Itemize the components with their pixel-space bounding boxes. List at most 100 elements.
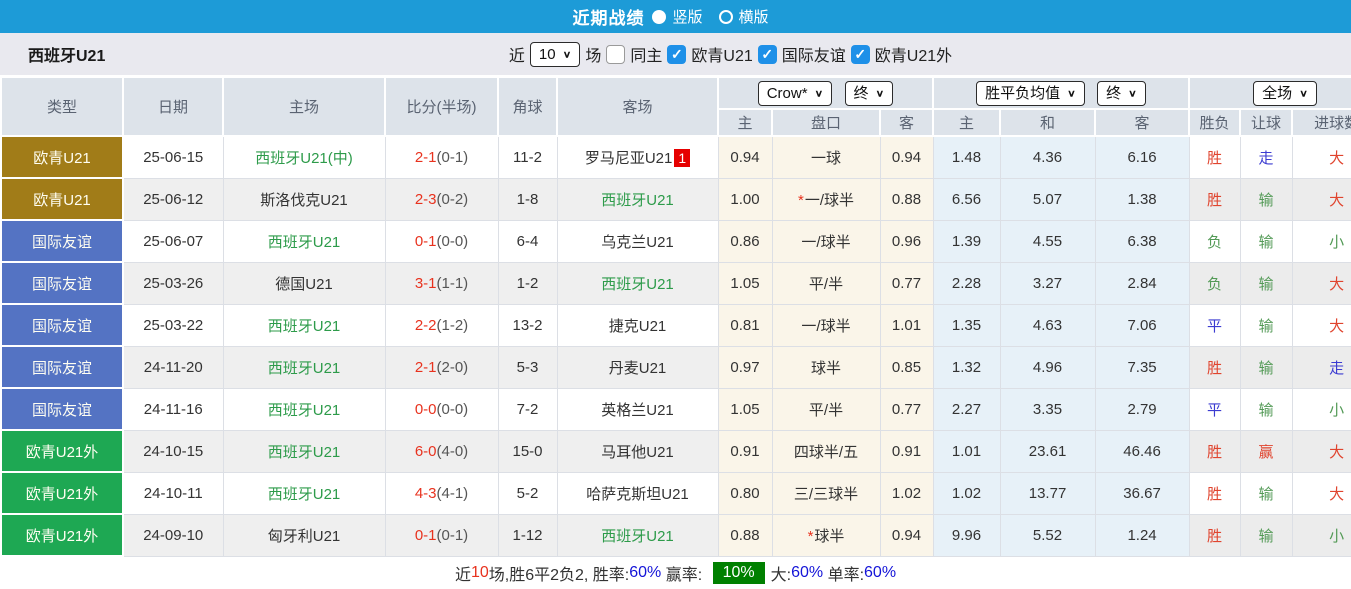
filter-euro-u21-qual-label[interactable]: 欧青U21外 bbox=[875, 42, 952, 66]
same-home-checkbox[interactable] bbox=[606, 44, 626, 64]
away-team[interactable]: 哈萨克斯坦U21 bbox=[556, 471, 719, 515]
full-time-score: 2-1 bbox=[414, 358, 437, 376]
home-team[interactable]: 西班牙U21 bbox=[222, 471, 386, 515]
away-team[interactable]: 捷克U21 bbox=[556, 303, 719, 347]
summary-footer: 近 10 场,胜6平2负2, 胜率: 60% 赢率: 10% 大: 60% 单率… bbox=[0, 557, 1351, 589]
avg-draw-odds: 4.63 bbox=[999, 303, 1096, 347]
filter-euro-u21-checkbox[interactable]: ✓ bbox=[667, 44, 687, 64]
home-team[interactable]: 斯洛伐克U21 bbox=[222, 177, 386, 221]
home-team[interactable]: 西班牙U21(中) bbox=[222, 135, 386, 179]
away-team-name[interactable]: 西班牙U21 bbox=[601, 528, 674, 545]
away-team-name[interactable]: 捷克U21 bbox=[609, 318, 667, 335]
sub-header-away-odds: 客 bbox=[878, 108, 935, 137]
results-table-wrap: 类型 日期 主场 比分(半场) 角球 客场 Crow* ∨ 终 ∨ 胜平负均值 … bbox=[0, 76, 1351, 557]
away-team[interactable]: 西班牙U21 bbox=[556, 177, 719, 221]
match-date: 24-11-20 bbox=[122, 345, 224, 389]
away-team[interactable]: 马耳他U21 bbox=[556, 429, 719, 473]
away-team-name[interactable]: 哈萨克斯坦U21 bbox=[586, 486, 689, 503]
half-time-score: (1-1) bbox=[436, 274, 469, 292]
filter-friendly-label[interactable]: 国际友谊 bbox=[782, 42, 846, 66]
away-team[interactable]: 丹麦U21 bbox=[556, 345, 719, 389]
avg-lose-odds: 6.16 bbox=[1094, 135, 1190, 179]
home-team-name[interactable]: 西班牙U21 bbox=[268, 360, 341, 377]
odds-company-select[interactable]: Crow* ∨ bbox=[757, 80, 833, 106]
scope-header: 全场 ∨ bbox=[1188, 76, 1351, 110]
avg-draw-odds: 4.55 bbox=[999, 219, 1096, 263]
home-team[interactable]: 德国U21 bbox=[222, 261, 386, 305]
away-team[interactable]: 罗马尼亚U21 1 bbox=[556, 135, 719, 179]
match-date: 24-10-15 bbox=[122, 429, 224, 473]
home-team[interactable]: 匈牙利U21 bbox=[222, 513, 386, 557]
filter-euro-u21-qual-checkbox[interactable]: ✓ bbox=[850, 44, 870, 64]
home-team-name[interactable]: 西班牙U21 bbox=[268, 402, 341, 419]
wdl-result: 胜 bbox=[1188, 345, 1241, 389]
away-odds: 0.77 bbox=[879, 387, 934, 431]
away-team-name[interactable]: 罗马尼亚U21 bbox=[585, 150, 673, 167]
away-odds: 0.94 bbox=[879, 135, 934, 179]
vertical-layout-label[interactable]: 竖版 bbox=[672, 6, 702, 27]
handicap-line: 平/半 bbox=[808, 401, 844, 419]
sub-header-avg-lose: 客 bbox=[1094, 108, 1191, 137]
score-cell: 6-0(4-0) bbox=[384, 429, 499, 473]
horizontal-layout-radio[interactable] bbox=[718, 9, 733, 24]
home-team-name[interactable]: 斯洛伐克U21 bbox=[260, 192, 348, 209]
handicap-result: 输 bbox=[1239, 387, 1293, 431]
away-team[interactable]: 西班牙U21 bbox=[556, 261, 719, 305]
summary-big-label: 大: bbox=[770, 567, 792, 584]
home-team[interactable]: 西班牙U21 bbox=[222, 345, 386, 389]
match-type-badge: 欧青U21外 bbox=[0, 471, 124, 515]
summary-single-label: 单率: bbox=[823, 567, 865, 584]
away-team-name[interactable]: 马耳他U21 bbox=[601, 444, 674, 461]
away-team-name[interactable]: 西班牙U21 bbox=[601, 276, 674, 293]
match-date: 25-03-26 bbox=[122, 261, 224, 305]
away-team-name[interactable]: 英格兰U21 bbox=[601, 402, 674, 419]
home-team-name[interactable]: 匈牙利U21 bbox=[268, 528, 341, 545]
home-team[interactable]: 西班牙U21 bbox=[222, 303, 386, 347]
home-team[interactable]: 西班牙U21 bbox=[222, 387, 386, 431]
home-team-name[interactable]: 西班牙U21 bbox=[268, 234, 341, 251]
home-team-name[interactable]: 西班牙U21 bbox=[268, 318, 341, 335]
handicap-result: 输 bbox=[1239, 219, 1293, 263]
avg-lose-odds: 7.35 bbox=[1094, 345, 1190, 389]
away-team[interactable]: 西班牙U21 bbox=[556, 513, 719, 557]
away-team[interactable]: 英格兰U21 bbox=[556, 387, 719, 431]
away-team-name[interactable]: 西班牙U21 bbox=[601, 192, 674, 209]
avg-draw-odds: 13.77 bbox=[999, 471, 1096, 515]
filter-friendly-checkbox[interactable]: ✓ bbox=[757, 44, 777, 64]
horizontal-layout-label[interactable]: 横版 bbox=[739, 6, 769, 27]
odds-company-header: Crow* ∨ 终 ∨ bbox=[716, 76, 935, 110]
score-cell: 3-1(1-1) bbox=[384, 261, 499, 305]
match-type-badge: 国际友谊 bbox=[0, 261, 124, 305]
handicap-result: 输 bbox=[1239, 303, 1293, 347]
wdl-result: 胜 bbox=[1188, 513, 1241, 557]
match-type-badge: 欧青U21 bbox=[0, 135, 124, 179]
home-team-name[interactable]: 德国U21 bbox=[275, 276, 333, 293]
away-team-name[interactable]: 丹麦U21 bbox=[609, 360, 667, 377]
vertical-layout-radio[interactable] bbox=[652, 9, 667, 24]
score-cell: 2-1(0-1) bbox=[384, 135, 499, 179]
away-team[interactable]: 乌克兰U21 bbox=[556, 219, 719, 263]
home-team[interactable]: 西班牙U21 bbox=[222, 219, 386, 263]
near-games-select[interactable]: 10 ∨ bbox=[529, 41, 581, 67]
scope-select[interactable]: 全场 ∨ bbox=[1253, 80, 1317, 106]
away-team-name[interactable]: 乌克兰U21 bbox=[601, 234, 674, 251]
filter-euro-u21-label[interactable]: 欧青U21 bbox=[691, 42, 752, 66]
handicap-result: 走 bbox=[1239, 135, 1293, 179]
chevron-down-icon: ∨ bbox=[875, 87, 885, 99]
chevron-down-icon: ∨ bbox=[814, 87, 824, 99]
same-home-label[interactable]: 同主 bbox=[630, 42, 662, 66]
score-cell: 2-3(0-2) bbox=[384, 177, 499, 221]
summary-win-rate: 60% bbox=[629, 564, 662, 581]
home-team-name[interactable]: 西班牙U21 bbox=[268, 444, 341, 461]
half-time-score: (0-2) bbox=[436, 190, 469, 208]
avg-odds-time-select[interactable]: 终 ∨ bbox=[1097, 80, 1146, 106]
avg-odds-select[interactable]: 胜平负均值 ∨ bbox=[976, 80, 1085, 106]
sub-header-avg-draw: 和 bbox=[999, 108, 1097, 137]
handicap: 四球半/五 bbox=[771, 429, 881, 473]
sub-header-avg-win: 主 bbox=[932, 108, 1002, 137]
home-team[interactable]: 西班牙U21 bbox=[222, 429, 386, 473]
odds-company-time-select[interactable]: 终 ∨ bbox=[844, 80, 894, 106]
home-team-name[interactable]: 西班牙U21 bbox=[268, 486, 341, 503]
home-team-name[interactable]: 西班牙U21(中) bbox=[255, 150, 353, 167]
odds-company-value: Crow* bbox=[766, 84, 808, 102]
